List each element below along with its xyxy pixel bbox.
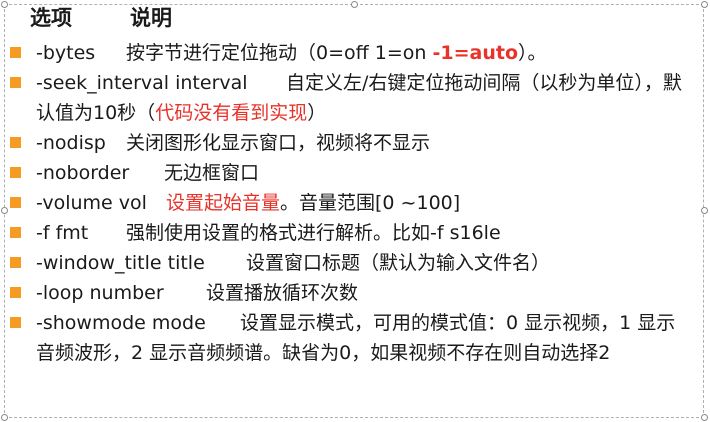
bullet-icon [10, 167, 21, 178]
list-item: -volume vol 设置起始音量。音量范围[0 ~100] [0, 188, 710, 218]
option-description: 设置窗口标题（默认为输入文件名） [246, 252, 551, 274]
description-text: 。音量范围[0 ~100] [280, 192, 461, 214]
list-item: -noborder 无边框窗口 [0, 158, 710, 188]
option-description: 按字节进行定位拖动（0=off 1=on -1=auto）。 [126, 42, 547, 64]
highlight-text: -1=auto [432, 42, 518, 64]
header-description: 说明 [130, 6, 172, 30]
option-name: -bytes [36, 42, 96, 64]
option-name: -f fmt [36, 222, 89, 244]
list-item: -bytes 按字节进行定位拖动（0=off 1=on -1=auto）。 [0, 38, 710, 68]
option-description: 强制使用设置的格式进行解析。比如-f s16le [126, 222, 501, 244]
resize-handle-bottom-right[interactable] [701, 414, 708, 421]
bullet-icon [10, 227, 21, 238]
description-text: ） [307, 102, 327, 124]
resize-handle-top-right[interactable] [701, 1, 708, 8]
option-description: 设置起始音量。音量范围[0 ~100] [166, 192, 460, 214]
option-name: -volume vol [36, 192, 147, 214]
header-option: 选项 [30, 6, 72, 30]
list-item: -window_title title 设置窗口标题（默认为输入文件名） [0, 248, 710, 278]
bullet-icon [10, 77, 21, 88]
option-name: -seek_interval interval [36, 72, 248, 94]
option-name: -loop number [36, 282, 164, 304]
resize-handle-top-left[interactable] [1, 1, 8, 8]
resize-handle-top-center[interactable] [351, 1, 358, 8]
list-item: -seek_interval interval 自定义左/右键定位拖动间隔（以秒为… [0, 68, 686, 128]
table-header: 选项 说明 [30, 4, 172, 32]
option-description: 无边框窗口 [164, 162, 260, 184]
option-name: -nodisp [36, 132, 106, 154]
bullet-icon [10, 257, 21, 268]
bullet-icon [10, 197, 21, 208]
bullet-icon [10, 137, 21, 148]
option-name: -noborder [36, 162, 130, 184]
option-description: 关闭图形化显示窗口，视频将不显示 [126, 132, 431, 154]
list-item: -loop number 设置播放循环次数 [0, 278, 710, 308]
list-item: -nodisp 关闭图形化显示窗口，视频将不显示 [0, 128, 710, 158]
highlight-text: 代码没有看到实现 [155, 102, 308, 124]
bullet-icon [10, 317, 21, 328]
list-item: -f fmt 强制使用设置的格式进行解析。比如-f s16le [0, 218, 710, 248]
bullet-icon [10, 47, 21, 58]
option-name: -window_title title [36, 252, 205, 274]
list-item: -showmode mode 设置显示模式，可用的模式值：0 显示视频，1 显示音… [0, 308, 686, 368]
description-text: ）。 [518, 42, 547, 64]
option-list: -bytes 按字节进行定位拖动（0=off 1=on -1=auto）。 -se… [0, 38, 710, 368]
option-name: -showmode mode [36, 312, 206, 334]
description-text: 按字节进行定位拖动（0=off 1=on [126, 42, 433, 64]
option-description: 设置播放循环次数 [206, 282, 359, 304]
bullet-icon [10, 287, 21, 298]
resize-handle-bottom-left[interactable] [1, 414, 8, 421]
highlight-text: 设置起始音量 [166, 192, 281, 214]
